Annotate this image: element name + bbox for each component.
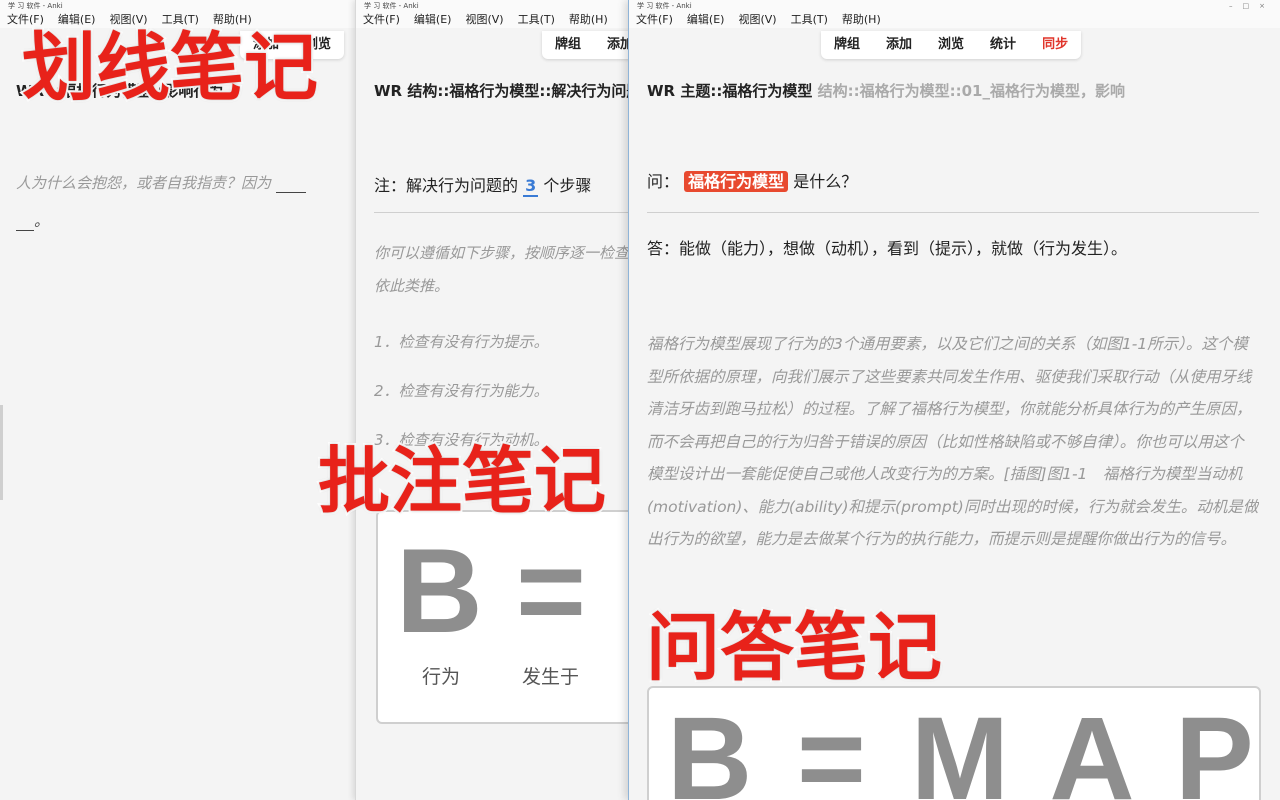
toolbar-add-button[interactable]: 添加	[873, 31, 925, 59]
question-suffix: 是什么？	[793, 172, 858, 191]
deck-subtitle: 结构::福格行为模型::01_福格行为模型，影响	[817, 82, 1125, 100]
anki-window-middle: 学 习 软件 - Anki 文件(F) 编辑(E) 视图(V) 工具(T) 帮助…	[355, 0, 636, 800]
toolbar-decks-button[interactable]: 牌组	[821, 31, 873, 59]
question-prefix: 问：	[647, 172, 680, 191]
question-end: 。	[34, 212, 50, 230]
question-highlight: 福格行为模型	[684, 171, 789, 192]
menu-edit[interactable]: 编辑(E)	[687, 12, 725, 28]
deck-path: WR 主题::福格行为模型 结构::福格行为模型::01_福格行为模型，影响	[647, 80, 1207, 101]
menu-bar: 文件(F) 编辑(E) 视图(V) 工具(T) 帮助(H)	[629, 12, 1280, 28]
menu-file[interactable]: 文件(F)	[636, 12, 673, 28]
source-paragraph: 福格行为模型展现了行为的3个通用要素，以及它们之间的关系（如图1-1所示）。这个…	[647, 335, 1259, 548]
deck-title: 结构::福格行为模型::解决行为问题	[407, 82, 636, 100]
menu-tools[interactable]: 工具(T)	[791, 12, 828, 28]
main-toolbar: 牌组 添加 浏览 统计 同步	[821, 31, 1082, 59]
cloze-blank-end	[16, 212, 34, 231]
title-bar[interactable]: 学 习 软件 - Anki	[356, 0, 636, 12]
overlay-label-annotation-notes: 批注笔记	[316, 439, 608, 523]
menu-help[interactable]: 帮助(H)	[569, 12, 608, 28]
qa-question: 问： 福格行为模型 是什么？	[647, 168, 857, 192]
menu-edit[interactable]: 编辑(E)	[414, 12, 452, 28]
note-prefix: 注：解决行为问题的	[374, 176, 519, 195]
fogg-formula-image: B = M A P	[647, 686, 1261, 800]
window-controls[interactable]: –□×	[1229, 0, 1275, 12]
answer-block: 你可以遵循如下步骤，按顺序逐一检查， 依此类推。	[374, 237, 636, 303]
window-title: 学 习 软件 - Anki	[8, 2, 63, 10]
toolbar-decks-button[interactable]: 牌组	[542, 31, 594, 59]
divider	[647, 212, 1259, 213]
image-label-occurs: 发生于	[522, 666, 580, 688]
note-number: 3	[523, 176, 539, 197]
toolbar-browse-button[interactable]: 浏览	[925, 31, 977, 59]
deck-path: WR 结构::福格行为模型::解决行为问题	[374, 80, 636, 101]
menu-help[interactable]: 帮助(H)	[842, 12, 881, 28]
title-bar[interactable]: 学 习 软件 - Anki –□×	[629, 0, 1280, 12]
overlay-label-underline-notes: 划线笔记	[20, 25, 320, 111]
toolbar-stats-button[interactable]: 统计	[977, 31, 1029, 59]
main-toolbar: 牌组 添加	[542, 31, 636, 59]
deck-prefix: WR	[374, 82, 403, 100]
divider	[374, 212, 636, 213]
image-letter-b: B	[396, 524, 483, 658]
title-bar[interactable]: 学 习 软件 - Anki	[0, 0, 360, 12]
overlay-label-qa-notes: 问答笔记	[644, 605, 944, 691]
deck-prefix: WR	[647, 82, 676, 100]
cloze-question: 人为什么会抱怨，或者自我指责？因为	[16, 172, 306, 193]
menu-file[interactable]: 文件(F)	[363, 12, 400, 28]
step-item: 2．检查有没有行为能力。	[374, 382, 549, 400]
window-title: 学 习 软件 - Anki	[637, 2, 692, 10]
menu-tools[interactable]: 工具(T)	[518, 12, 555, 28]
anki-window-left: 学 习 软件 - Anki 文件(F) 编辑(E) 视图(V) 工具(T) 帮助…	[0, 0, 360, 800]
cloze-blank	[275, 174, 306, 193]
formula-text: B = M A P	[667, 693, 1260, 800]
image-equals: =	[516, 524, 587, 658]
annotation-note: 注：解决行为问题的 3 个步骤	[374, 172, 592, 197]
scrollbar[interactable]	[0, 405, 3, 500]
answer-line: 你可以遵循如下步骤，按顺序逐一检查，	[374, 244, 636, 262]
note-suffix: 个步骤	[543, 176, 592, 195]
step-item: 1．检查有没有行为提示。	[374, 333, 549, 351]
image-label-behavior: 行为	[422, 666, 461, 688]
fogg-model-image: B = 行为 发生于	[376, 510, 636, 724]
question-text: 人为什么会抱怨，或者自我指责？因为	[16, 174, 272, 192]
toolbar-sync-button[interactable]: 同步	[1029, 31, 1081, 59]
qa-answer: 答：能做（能力），想做（动机），看到（提示），就做（行为发生）。	[647, 239, 1128, 258]
window-title: 学 习 软件 - Anki	[364, 2, 419, 10]
cloze-continuation: 。	[16, 210, 49, 231]
menu-view[interactable]: 视图(V)	[738, 12, 776, 28]
menu-view[interactable]: 视图(V)	[465, 12, 503, 28]
menu-bar: 文件(F) 编辑(E) 视图(V) 工具(T) 帮助(H)	[356, 12, 636, 28]
deck-title: 主题::福格行为模型	[680, 82, 813, 100]
answer-line: 依此类推。	[374, 277, 450, 295]
